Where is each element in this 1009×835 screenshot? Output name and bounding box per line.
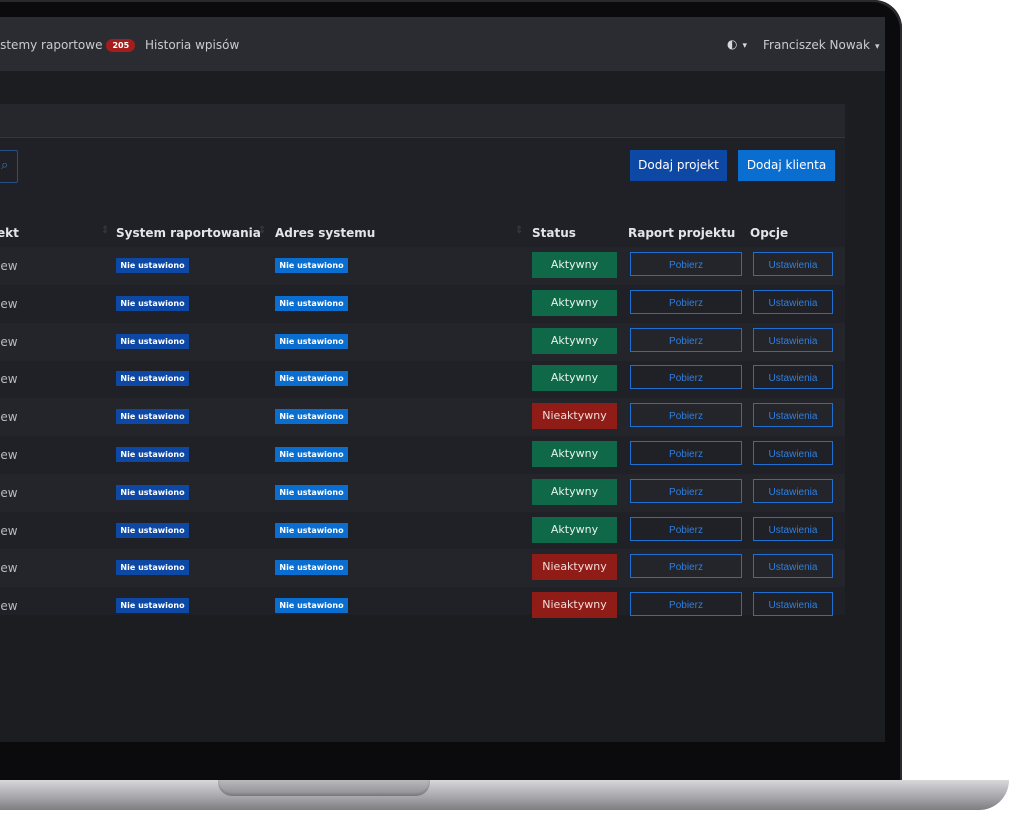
app-screen: ystemy raportowe 205 Historia wpisów ◐ ▾ F… [0, 17, 885, 742]
column-header-address[interactable]: Adres systemu [275, 226, 375, 240]
download-report-button[interactable]: Pobierz [630, 327, 742, 352]
system-address-tag: Nie ustawiono [275, 447, 348, 462]
add-client-button[interactable]: Dodaj klienta [738, 150, 835, 181]
column-header-status[interactable]: Status [532, 226, 576, 240]
table-row: iew Nie ustawiono Nie ustawiono Aktywny Pobi… [0, 473, 845, 512]
sort-icon[interactable]: ⇕ [515, 225, 523, 236]
reports-count-badge: 205 [106, 39, 136, 52]
reporting-system-tag: Nie ustawiono [116, 409, 189, 425]
system-address-tag: Nie ustawiono [275, 560, 348, 576]
nav-reporting-systems[interactable]: ystemy raportowe 205 [0, 38, 136, 52]
status-badge: Aktywny [532, 289, 617, 316]
download-report-button[interactable]: Pobierz [630, 478, 742, 503]
chevron-down-icon: ▾ [742, 41, 748, 51]
column-header-system[interactable]: System raportowania [116, 226, 261, 240]
user-name: Franciszek Nowak [763, 38, 870, 52]
nav-entry-history[interactable]: Historia wpisów [145, 38, 239, 52]
reporting-system-tag: Nie ustawiono [116, 484, 189, 500]
table-row: iew Nie ustawiono Nie ustawiono Aktywny Pobi… [0, 285, 845, 323]
system-address-tag: Nie ustawiono [275, 522, 348, 538]
user-menu[interactable]: Franciszek Nowak ▾ [763, 38, 880, 52]
projects-card: ⌕ Dodaj projekt Dodaj klienta ekt ⇕ Syst… [0, 104, 845, 619]
system-address-tag: Nie ustawiono [275, 295, 348, 311]
settings-button[interactable]: Ustawienia [753, 327, 833, 352]
status-badge: Aktywny [532, 516, 617, 543]
project-name[interactable]: iew [0, 448, 18, 462]
project-name[interactable]: iew [0, 486, 18, 500]
card-header [0, 104, 845, 138]
status-badge: Nieaktywny [532, 592, 617, 619]
table-row: iew Nie ustawiono Nie ustawiono Aktywny Pobi… [0, 436, 845, 474]
reporting-system-tag: Nie ustawiono [116, 522, 189, 538]
status-badge: Nieaktywny [532, 554, 617, 581]
download-report-button[interactable]: Pobierz [630, 516, 742, 541]
settings-button[interactable]: Ustawienia [753, 554, 833, 579]
settings-button[interactable]: Ustawienia [753, 478, 833, 503]
table-row: iew Nie ustawiono Nie ustawiono Aktywny Pobi… [0, 512, 845, 550]
system-address-tag: Nie ustawiono [275, 484, 348, 500]
column-header-project[interactable]: ekt [0, 226, 19, 240]
project-name[interactable]: iew [0, 561, 18, 575]
table-row: iew Nie ustawiono Nie ustawiono Aktywny Pobi… [0, 360, 845, 398]
status-badge: Aktywny [532, 252, 617, 278]
theme-toggle[interactable]: ◐ ▾ [727, 37, 747, 51]
settings-button[interactable]: Ustawienia [753, 289, 833, 314]
column-header-options: Opcje [750, 226, 789, 240]
reporting-system-tag: Nie ustawiono [116, 258, 189, 273]
status-badge: Aktywny [532, 327, 617, 354]
project-name[interactable]: iew [0, 297, 18, 311]
sort-icon[interactable]: ⇕ [258, 225, 266, 236]
nav-reporting-systems-label: ystemy raportowe [0, 38, 103, 52]
search-icon: ⌕ [1, 158, 9, 173]
laptop-base [0, 780, 1009, 810]
download-report-button[interactable]: Pobierz [630, 403, 742, 428]
table-row: iew Nie ustawiono Nie ustawiono Nieaktywny P… [0, 398, 845, 437]
settings-button[interactable]: Ustawienia [753, 441, 833, 465]
reporting-system-tag: Nie ustawiono [116, 371, 189, 387]
reporting-system-tag: Nie ustawiono [116, 560, 189, 576]
chevron-down-icon: ▾ [875, 42, 880, 52]
download-report-button[interactable]: Pobierz [630, 441, 742, 465]
search-input[interactable]: ⌕ [0, 150, 18, 183]
download-report-button[interactable]: Pobierz [630, 554, 742, 579]
system-address-tag: Nie ustawiono [275, 333, 348, 349]
download-report-button[interactable]: Pobierz [630, 592, 742, 617]
add-project-button[interactable]: Dodaj projekt [630, 150, 727, 181]
project-name[interactable]: iew [0, 599, 18, 613]
system-address-tag: Nie ustawiono [275, 598, 348, 614]
download-report-button[interactable]: Pobierz [630, 252, 742, 276]
table-row: iew Nie ustawiono Nie ustawiono Nieaktywny P… [0, 587, 845, 625]
system-address-tag: Nie ustawiono [275, 258, 348, 273]
reporting-system-tag: Nie ustawiono [116, 447, 189, 462]
project-name[interactable]: iew [0, 259, 18, 273]
settings-button[interactable]: Ustawienia [753, 592, 833, 617]
reporting-system-tag: Nie ustawiono [116, 598, 189, 614]
project-name[interactable]: iew [0, 335, 18, 349]
top-navbar: ystemy raportowe 205 Historia wpisów ◐ ▾ F… [0, 17, 885, 71]
status-badge: Aktywny [532, 365, 617, 392]
column-header-report: Raport projektu [628, 226, 736, 240]
settings-button[interactable]: Ustawienia [753, 516, 833, 541]
table-row: iew Nie ustawiono Nie ustawiono Aktywny Pobi… [0, 247, 845, 285]
project-name[interactable]: iew [0, 410, 18, 424]
sort-icon[interactable]: ⇕ [101, 225, 109, 236]
download-report-button[interactable]: Pobierz [630, 365, 742, 390]
project-name[interactable]: iew [0, 372, 18, 386]
status-badge: Aktywny [532, 441, 617, 467]
settings-button[interactable]: Ustawienia [753, 365, 833, 390]
status-badge: Aktywny [532, 478, 617, 505]
settings-button[interactable]: Ustawienia [753, 403, 833, 428]
settings-button[interactable]: Ustawienia [753, 252, 833, 276]
system-address-tag: Nie ustawiono [275, 409, 348, 425]
laptop-notch [218, 780, 430, 796]
reporting-system-tag: Nie ustawiono [116, 295, 189, 311]
contrast-icon: ◐ [727, 37, 738, 51]
status-badge: Nieaktywny [532, 403, 617, 430]
reporting-system-tag: Nie ustawiono [116, 333, 189, 349]
table-row: iew Nie ustawiono Nie ustawiono Nieaktywny P… [0, 549, 845, 588]
download-report-button[interactable]: Pobierz [630, 289, 742, 314]
table-row: iew Nie ustawiono Nie ustawiono Aktywny Pobi… [0, 322, 845, 361]
project-name[interactable]: iew [0, 524, 18, 538]
system-address-tag: Nie ustawiono [275, 371, 348, 387]
